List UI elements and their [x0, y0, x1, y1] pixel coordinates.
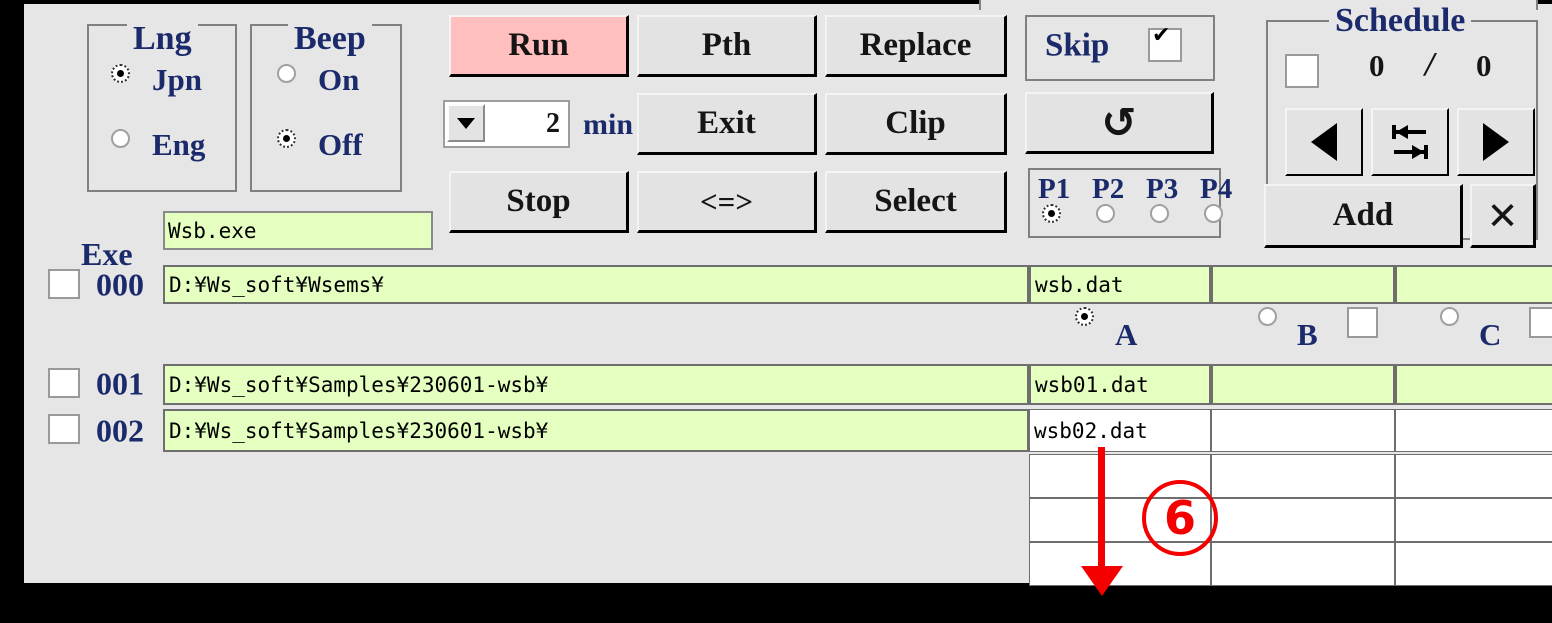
profile-p1-label: P1 — [1038, 173, 1071, 205]
radio-lng-eng[interactable] — [111, 129, 130, 148]
empty-row-2-col4-cell[interactable] — [1395, 498, 1552, 542]
row-002-col3-cell[interactable] — [1211, 409, 1395, 452]
empty-row-2-col3-cell[interactable] — [1211, 498, 1395, 542]
schedule-delete-button[interactable]: ✕ — [1470, 184, 1536, 248]
run-button[interactable]: Run — [449, 15, 629, 77]
triangle-left-icon — [1311, 123, 1337, 161]
schedule-prev-button[interactable] — [1285, 108, 1363, 176]
window-chrome-left — [0, 0, 24, 623]
schedule-add-button[interactable]: Add — [1264, 184, 1463, 248]
select-button[interactable]: Select — [825, 171, 1007, 233]
row-000-index: 000 — [96, 266, 144, 303]
stop-button[interactable]: Stop — [449, 171, 629, 233]
schedule-total: 0 — [1476, 48, 1492, 83]
window-chrome-bottom — [0, 583, 1552, 623]
annotation-step-badge: 6 — [1142, 480, 1218, 556]
skip-checkbox[interactable]: ✔ — [1148, 23, 1182, 62]
schedule-group-label: Schedule — [1329, 2, 1472, 40]
radio-abc-b-label: B — [1297, 317, 1318, 352]
profile-p2-label: P2 — [1092, 173, 1125, 205]
radio-beep-off[interactable] — [277, 129, 296, 148]
replace-button[interactable]: Replace — [825, 15, 1007, 77]
row-002-index: 002 — [96, 412, 144, 449]
annotation-arrow-shaft — [1098, 447, 1105, 573]
row-002-checkbox[interactable] — [48, 414, 80, 444]
row-000-col4-cell[interactable] — [1395, 265, 1552, 304]
empty-row-1-col4-cell[interactable] — [1395, 454, 1552, 498]
skip-label: Skip — [1045, 27, 1110, 64]
empty-row-3-col4-cell[interactable] — [1395, 542, 1552, 586]
profile-p4-label: P4 — [1200, 173, 1233, 205]
exe-input[interactable]: Wsb.exe — [163, 211, 433, 250]
app-window: Lng Jpn Eng Beep On Off Run Pth Replace … — [24, 0, 1552, 586]
empty-row-3-col3-cell[interactable] — [1211, 542, 1395, 586]
interval-unit-label: min — [583, 108, 634, 141]
jump-to-icon — [1392, 125, 1428, 159]
swap-button[interactable]: <=> — [637, 171, 817, 233]
radio-abc-a-label: A — [1115, 317, 1138, 352]
row-001-path-cell[interactable]: D:¥Ws_soft¥Samples¥230601-wsb¥ — [163, 364, 1029, 405]
row-002-path-cell[interactable]: D:¥Ws_soft¥Samples¥230601-wsb¥ — [163, 409, 1029, 452]
annotation-step-number: 6 — [1163, 491, 1196, 545]
row-001-col3-cell[interactable] — [1211, 364, 1395, 405]
radio-beep-on-label: On — [318, 62, 360, 97]
row-002-file-cell[interactable]: wsb02.dat — [1029, 409, 1211, 452]
row-002-col4-cell[interactable] — [1395, 409, 1552, 452]
row-000-path-cell[interactable]: D:¥Ws_soft¥Wsems¥ — [163, 265, 1029, 304]
annotation-arrow-head — [1081, 566, 1123, 596]
chevron-down-icon — [457, 117, 475, 129]
triangle-right-icon — [1483, 123, 1509, 161]
radio-lng-jpn-label: Jpn — [152, 62, 202, 97]
interval-dropdown-button[interactable] — [447, 104, 485, 142]
interval-spin-field[interactable]: 2 — [443, 100, 570, 148]
radio-profile-p1[interactable] — [1042, 204, 1061, 223]
radio-profile-p3[interactable] — [1150, 204, 1169, 223]
radio-abc-a[interactable] — [1075, 307, 1094, 326]
radio-abc-c[interactable] — [1440, 307, 1459, 326]
radio-profile-p4[interactable] — [1204, 204, 1223, 223]
reload-icon: ↺ — [1101, 97, 1137, 147]
schedule-current: 0 — [1369, 48, 1385, 83]
row-000-checkbox[interactable] — [48, 269, 80, 299]
radio-lng-eng-label: Eng — [152, 127, 206, 162]
close-icon: ✕ — [1486, 193, 1519, 238]
radio-profile-p2[interactable] — [1096, 204, 1115, 223]
radio-abc-b[interactable] — [1258, 307, 1277, 326]
reload-button[interactable]: ↺ — [1025, 92, 1214, 154]
row-000-file-cell[interactable]: wsb.dat — [1029, 265, 1211, 304]
profile-p3-label: P3 — [1146, 173, 1179, 205]
abc-b-checkbox[interactable] — [1347, 307, 1378, 338]
abc-c-checkbox[interactable] — [1529, 307, 1552, 338]
empty-row-1-col3-cell[interactable] — [1211, 454, 1395, 498]
screenshot-root: Lng Jpn Eng Beep On Off Run Pth Replace … — [0, 0, 1552, 623]
check-icon: ✔ — [1152, 23, 1171, 48]
schedule-jump-button[interactable] — [1371, 108, 1449, 176]
row-001-col4-cell[interactable] — [1395, 364, 1552, 405]
radio-abc-c-label: C — [1479, 317, 1502, 352]
row-001-checkbox[interactable] — [48, 368, 80, 398]
schedule-next-button[interactable] — [1457, 108, 1535, 176]
lng-group-label: Lng — [127, 20, 198, 58]
row-001-index: 001 — [96, 365, 144, 402]
exit-button[interactable]: Exit — [637, 93, 817, 155]
schedule-enable-checkbox[interactable] — [1285, 54, 1319, 88]
row-000-col3-cell[interactable] — [1211, 265, 1395, 304]
radio-beep-on[interactable] — [277, 64, 296, 83]
interval-value: 2 — [546, 108, 560, 139]
beep-group-label: Beep — [288, 20, 372, 58]
row-001-file-cell[interactable]: wsb01.dat — [1029, 364, 1211, 405]
pth-button[interactable]: Pth — [637, 15, 817, 77]
radio-beep-off-label: Off — [318, 127, 363, 162]
schedule-separator: / — [1425, 46, 1435, 83]
radio-lng-jpn[interactable] — [111, 64, 130, 83]
clip-button[interactable]: Clip — [825, 93, 1007, 155]
